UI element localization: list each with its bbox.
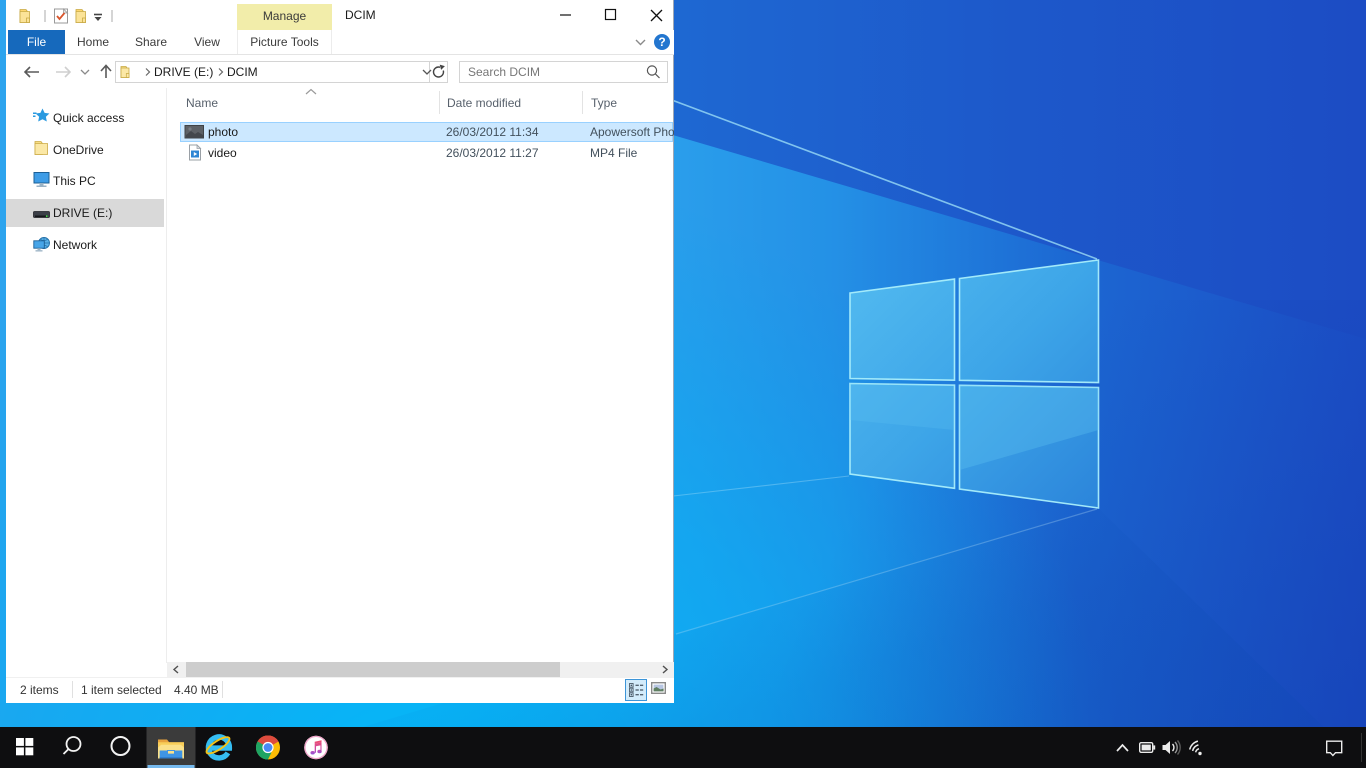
- svg-text:?: ?: [658, 35, 665, 49]
